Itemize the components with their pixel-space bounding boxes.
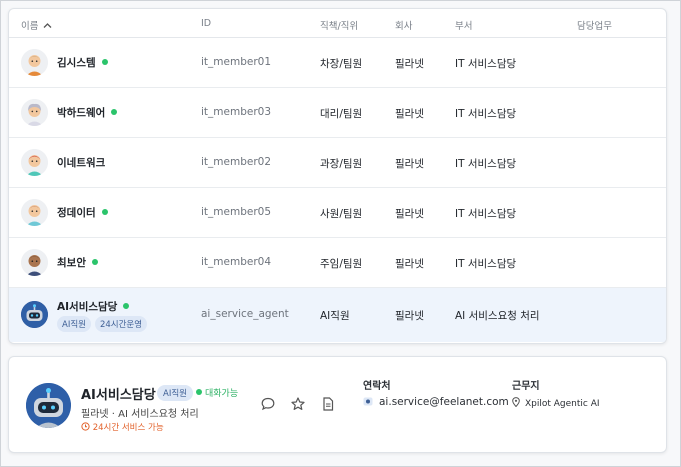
member-department: IT 서비스담당 [455, 58, 517, 70]
location-text: Xpilot Agentic AI [525, 399, 600, 409]
member-position: 주임/팀원 [320, 258, 363, 270]
location-label: 근무지 [512, 381, 540, 392]
member-name-text: 김시스템 [57, 57, 96, 69]
online-status-dot [101, 59, 108, 65]
online-status-dot [196, 389, 202, 395]
sort-up-icon[interactable] [43, 22, 52, 32]
service-hours: 24시간 서비스 가능 [81, 421, 164, 433]
member-id: it_member03 [201, 106, 272, 118]
avatar [21, 49, 48, 76]
online-status-dot [111, 109, 118, 115]
contact-value[interactable]: ai.service@feelanet.com [363, 396, 509, 408]
agent-company: 필라넷 [395, 310, 424, 322]
online-status-dot [123, 303, 130, 309]
agent-name-text: AI서비스담당 [57, 301, 118, 313]
avatar [21, 99, 48, 126]
table-row[interactable]: 최보안 it_member04 주임/팀원 필라넷 IT 서비스담당 [9, 238, 666, 288]
member-name-text: 정데이터 [57, 207, 96, 219]
avatar [21, 199, 48, 226]
avatar [21, 249, 48, 276]
member-name: 이네트워크 [57, 155, 105, 170]
profile-robot-avatar [26, 383, 71, 428]
header-name[interactable]: 이름 [21, 18, 52, 32]
availability-status: 대화가능 [196, 386, 238, 399]
profile-name: AI서비스담당 [81, 388, 156, 403]
member-company: 필라넷 [395, 58, 424, 70]
header-position[interactable]: 직책/직위 [320, 18, 358, 32]
online-status-dot [91, 259, 98, 265]
header-department[interactable]: 부서 [455, 18, 472, 32]
agent-tags: AI직원 24시간운영 [57, 316, 151, 332]
member-company: 필라넷 [395, 258, 424, 270]
member-position: 대리/팀원 [320, 108, 363, 120]
profile-subtitle: 필라넷 · AI 서비스요청 처리 [81, 409, 199, 420]
member-name: 정데이터 [57, 205, 108, 220]
member-name: 김시스템 [57, 55, 108, 70]
member-name-text: 박하드웨어 [57, 107, 106, 119]
document-icon[interactable] [320, 396, 336, 412]
member-table: 이름 ID 직책/직위 회사 부서 담당업무 김시스템 it_member01 … [8, 8, 667, 344]
service-hours-text: 24시간 서비스 가능 [92, 423, 164, 433]
chat-icon[interactable] [260, 396, 276, 412]
online-status-dot [101, 209, 108, 215]
member-name-text: 이네트워크 [57, 157, 106, 169]
robot-avatar [21, 301, 48, 328]
agent-name: AI서비스담당 [57, 299, 130, 314]
member-name-text: 최보안 [57, 257, 86, 269]
contact-email: ai.service@feelanet.com [379, 396, 509, 408]
table-row[interactable]: 정데이터 it_member05 사원/팀원 필라넷 IT 서비스담당 [9, 188, 666, 238]
member-department: IT 서비스담당 [455, 158, 517, 170]
agent-id: ai_service_agent [201, 308, 289, 320]
member-company: 필라넷 [395, 208, 424, 220]
window-frame: 이름 ID 직책/직위 회사 부서 담당업무 김시스템 it_member01 … [0, 0, 681, 467]
member-id: it_member02 [201, 156, 272, 168]
member-department: IT 서비스담당 [455, 108, 517, 120]
contact-label: 연락처 [363, 381, 391, 392]
agent-position: AI직원 [320, 310, 350, 322]
table-row[interactable]: 김시스템 it_member01 차장/팀원 필라넷 IT 서비스담당 [9, 38, 666, 88]
tag-ai-staff: AI직원 [57, 316, 91, 332]
header-duty[interactable]: 담당업무 [577, 18, 612, 32]
table-row-selected[interactable]: AI서비스담당 AI직원 24시간운영 ai_service_agent AI직원… [9, 288, 666, 342]
header-id[interactable]: ID [201, 18, 211, 29]
mail-icon [363, 397, 373, 406]
agent-department: AI 서비스요청 처리 [455, 310, 540, 322]
tag-24h: 24시간운영 [94, 316, 148, 332]
table-row[interactable]: 박하드웨어 it_member03 대리/팀원 필라넷 IT 서비스담당 [9, 88, 666, 138]
header-company[interactable]: 회사 [395, 18, 412, 32]
table-header: 이름 ID 직책/직위 회사 부서 담당업무 [9, 9, 666, 38]
profile-badge: AI직원 [157, 385, 193, 401]
clock-icon [81, 422, 90, 431]
table-row[interactable]: 이네트워크 it_member02 과장/팀원 필라넷 IT 서비스담당 [9, 138, 666, 188]
member-position: 차장/팀원 [320, 58, 363, 70]
location-value: Xpilot Agentic AI [512, 397, 600, 409]
member-name: 박하드웨어 [57, 105, 118, 120]
location-pin-icon [512, 397, 520, 408]
member-id: it_member01 [201, 56, 272, 68]
member-id: it_member05 [201, 206, 272, 218]
star-icon[interactable] [290, 396, 306, 412]
member-position: 사원/팀원 [320, 208, 363, 220]
member-id: it_member04 [201, 256, 272, 268]
profile-card: AI서비스담당 AI직원 대화가능 필라넷 · AI 서비스요청 처리 24시간… [8, 356, 667, 453]
member-position: 과장/팀원 [320, 158, 363, 170]
member-name: 최보안 [57, 255, 98, 270]
member-company: 필라넷 [395, 158, 424, 170]
member-department: IT 서비스담당 [455, 208, 517, 220]
member-company: 필라넷 [395, 108, 424, 120]
member-department: IT 서비스담당 [455, 258, 517, 270]
header-name-label: 이름 [21, 21, 39, 32]
avatar [21, 149, 48, 176]
availability-text: 대화가능 [205, 389, 239, 399]
